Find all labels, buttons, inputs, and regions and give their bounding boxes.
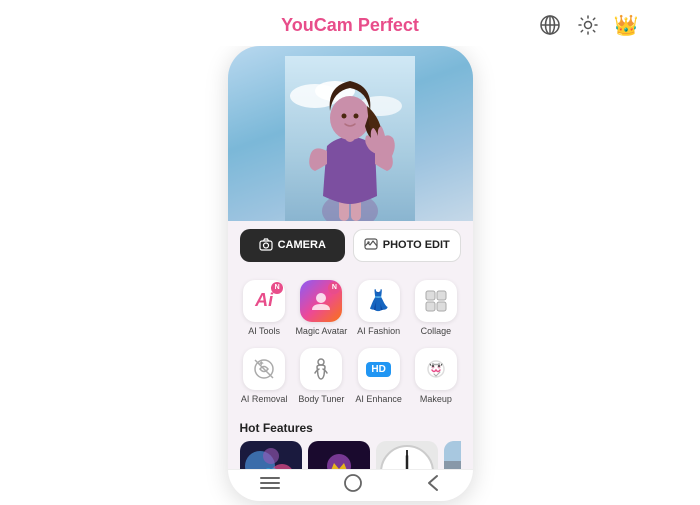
app-title: YouCam Perfect [281, 15, 419, 36]
tool-body-tuner[interactable]: Body Tuner [293, 342, 350, 411]
home-icon [343, 473, 363, 493]
tool-ai-fashion[interactable]: 👗 AI Fashion [350, 274, 407, 343]
svg-text:✦: ✦ [258, 359, 265, 368]
ai-enhance-icon-wrap: HD [358, 348, 400, 390]
collage-icon-wrap [415, 280, 457, 322]
hot-thumb-3-img [376, 441, 438, 468]
hot-feature-3[interactable] [376, 441, 438, 468]
ai-removal-label: AI Removal [241, 394, 288, 405]
settings-icon[interactable] [574, 11, 602, 39]
hot-feature-1[interactable] [240, 441, 302, 468]
hot-feature-4[interactable] [444, 441, 461, 468]
tools-grid: Ai N AI Tools N Magic Avatar [228, 270, 473, 416]
collage-icon [424, 289, 448, 313]
menu-icon [259, 475, 281, 491]
body-tuner-icon [309, 357, 333, 381]
hot-features-scroll [240, 441, 461, 468]
body-tuner-icon-wrap [300, 348, 342, 390]
home-nav-button[interactable] [343, 473, 363, 498]
photo-edit-label: PHOTO EDIT [383, 239, 450, 251]
back-nav-button[interactable] [425, 474, 441, 497]
ai-tools-icon-wrap: Ai N [243, 280, 285, 322]
hero-area [228, 46, 473, 221]
app-title-part2: Perfect [353, 15, 419, 35]
camera-button[interactable]: CAMERA [240, 229, 346, 262]
ai-removal-icon-wrap: ✦ [243, 348, 285, 390]
globe-icon[interactable] [536, 11, 564, 39]
bottom-nav [228, 469, 473, 501]
magic-avatar-icon-wrap: N [300, 280, 342, 322]
app-title-part1: YouCam [281, 15, 353, 35]
ai-enhance-label: AI Enhance [355, 394, 402, 405]
magic-avatar-label: Magic Avatar [295, 326, 347, 337]
new-badge: N [271, 282, 283, 294]
makeup-icon [424, 357, 448, 381]
camera-icon [259, 237, 273, 254]
hero-person [285, 56, 415, 221]
photo-edit-icon [364, 237, 378, 254]
body-tuner-label: Body Tuner [298, 394, 344, 405]
back-icon [425, 474, 441, 492]
ai-removal-icon: ✦ [252, 357, 276, 381]
makeup-label: Makeup [420, 394, 452, 405]
hot-feature-2[interactable] [308, 441, 370, 468]
hot-thumb-1-img [240, 441, 302, 468]
ai-fashion-icon-wrap: 👗 [358, 280, 400, 322]
hot-features-section: Hot Features [228, 415, 473, 468]
ai-tools-icon: Ai [255, 290, 273, 311]
makeup-icon-wrap [415, 348, 457, 390]
hot-thumb-2-img [308, 441, 370, 468]
menu-nav-button[interactable] [259, 475, 281, 496]
tool-ai-removal[interactable]: ✦ AI Removal [236, 342, 293, 411]
collage-label: Collage [421, 326, 452, 337]
top-bar: YouCam Perfect 👑 [0, 5, 700, 46]
tool-ai-enhance[interactable]: HD AI Enhance [350, 342, 407, 411]
top-icons: 👑 [536, 11, 640, 39]
ai-fashion-icon: 👗 [366, 288, 391, 313]
ai-fashion-label: AI Fashion [357, 326, 400, 337]
camera-label: CAMERA [278, 239, 326, 251]
app-container: YouCam Perfect 👑 [0, 0, 700, 505]
crown-icon[interactable]: 👑 [612, 11, 640, 39]
hot-thumb-4-img [444, 441, 461, 468]
tool-collage[interactable]: Collage [407, 274, 464, 343]
action-buttons: CAMERA PHOTO EDIT [228, 221, 473, 270]
tool-makeup[interactable]: Makeup [407, 342, 464, 411]
photo-edit-button[interactable]: PHOTO EDIT [353, 229, 461, 262]
hot-features-title: Hot Features [240, 421, 461, 435]
ai-enhance-icon: HD [366, 362, 390, 377]
phone-frame: CAMERA PHOTO EDIT Ai N [228, 46, 473, 501]
tool-ai-tools[interactable]: Ai N AI Tools [236, 274, 293, 343]
ai-tools-label: AI Tools [248, 326, 280, 337]
tool-magic-avatar[interactable]: N Magic Avatar [293, 274, 350, 343]
magic-avatar-badge: N [328, 282, 340, 294]
